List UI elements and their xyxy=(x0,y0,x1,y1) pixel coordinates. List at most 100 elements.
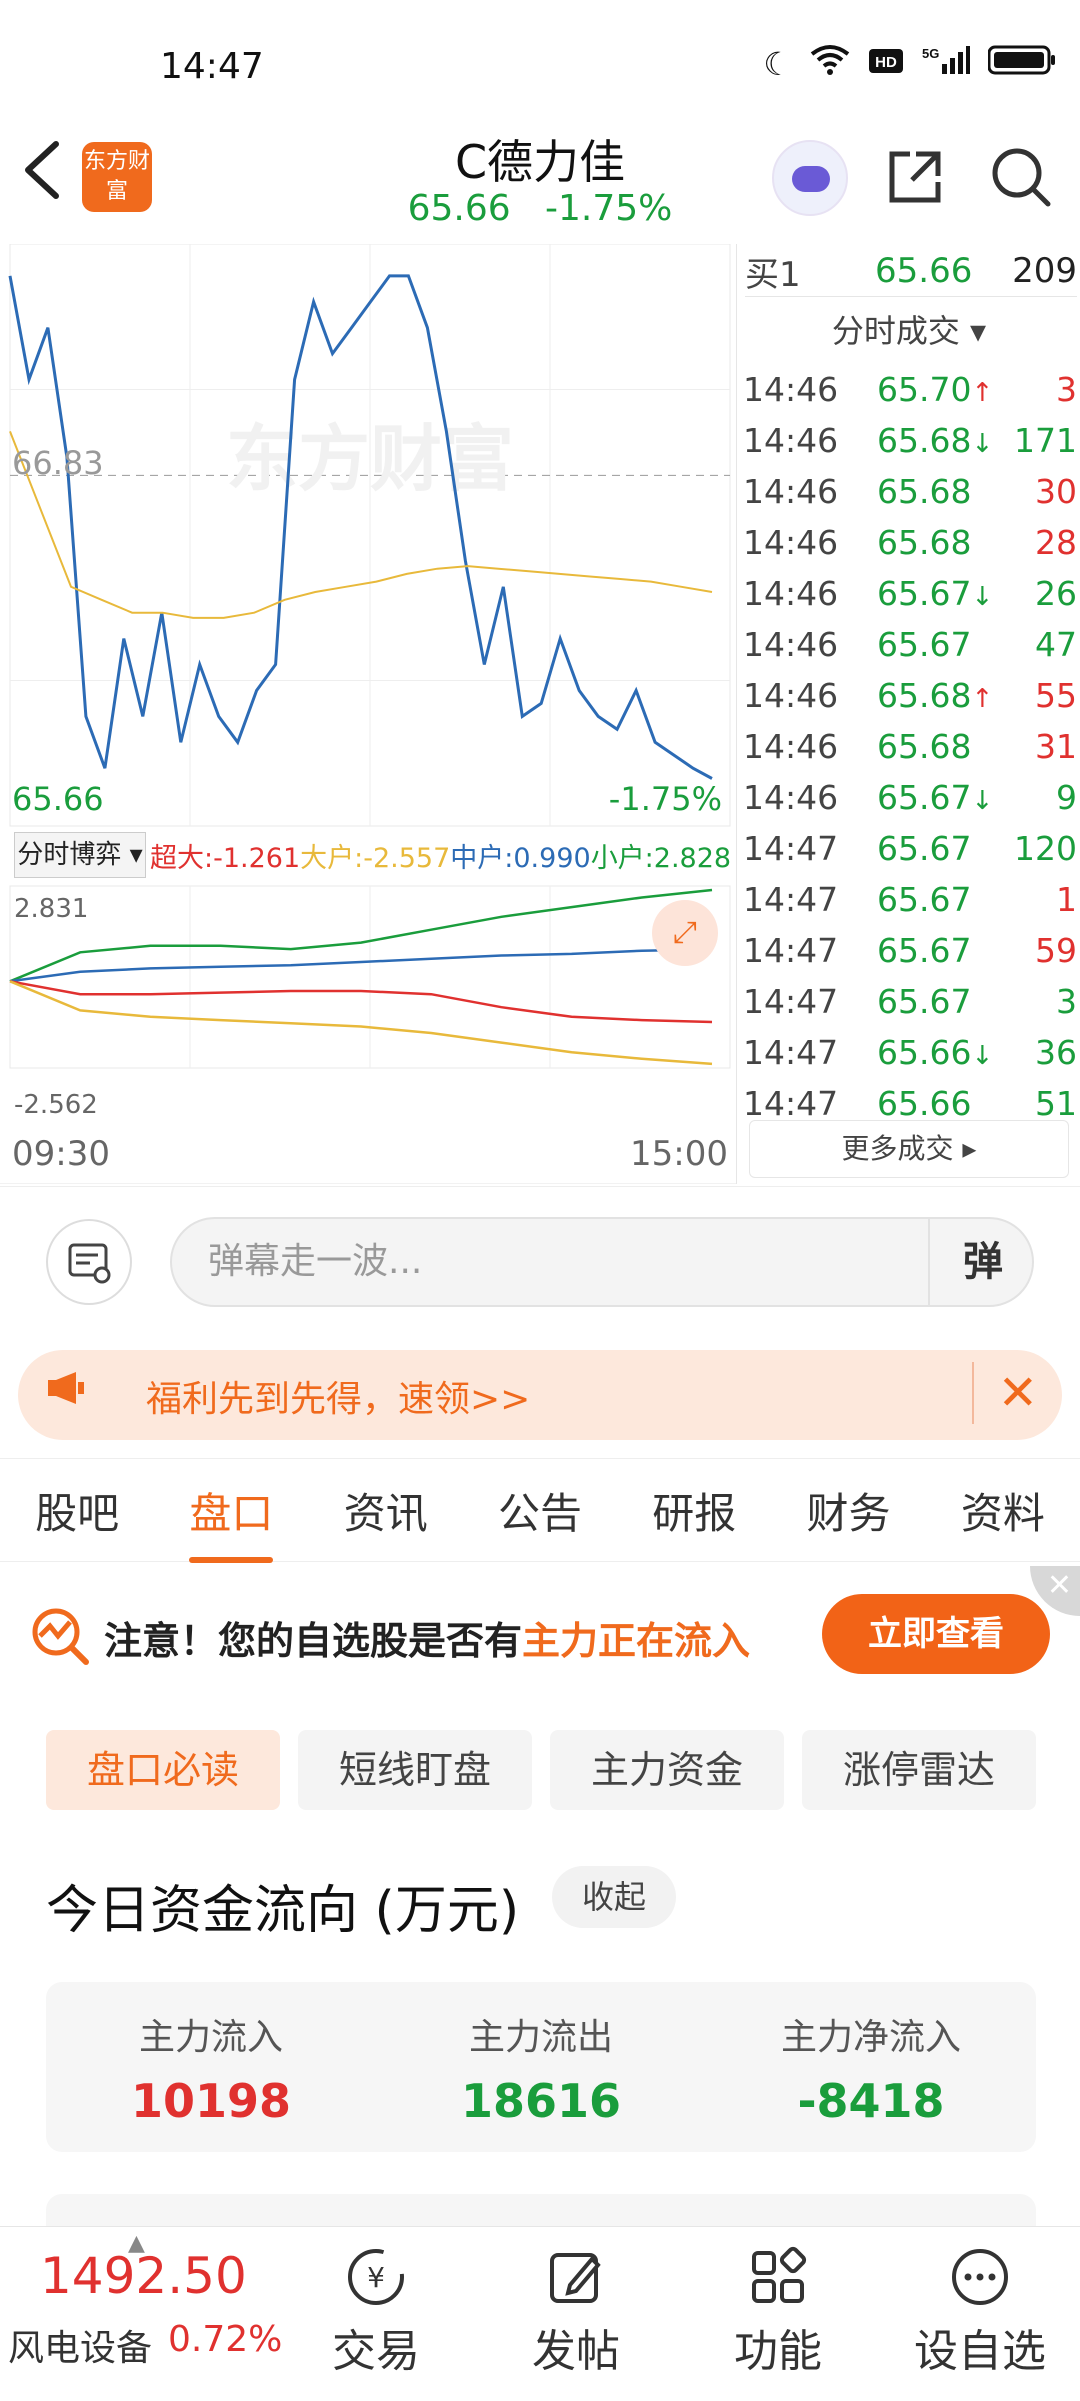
nav-post[interactable]: 发帖 xyxy=(496,2237,656,2379)
trade-time: 14:47 xyxy=(743,829,839,868)
trade-price-value: 65.67 xyxy=(877,829,972,868)
intraday-chart[interactable]: 东方财富 66.83 65.66 -1.75% 分时博弈 ▾ 超大:-1.261… xyxy=(0,244,736,1184)
svg-text:5G: 5G xyxy=(922,46,939,61)
trade-price-value: 65.68 xyxy=(877,727,972,766)
search-icon[interactable] xyxy=(990,146,1052,208)
close-icon[interactable]: ✕ xyxy=(971,1362,1038,1424)
trade-volume: 26 xyxy=(1035,574,1077,613)
net-value: -8418 xyxy=(797,2074,945,2128)
danmu-input[interactable]: 弹幕走一波... xyxy=(170,1217,1034,1307)
bottom-bar: ▲ 1492.50 风电设备 0.72% ¥ 交易 发帖 功能 设自选 xyxy=(0,2226,1080,2401)
trade-price-value: 65.67 xyxy=(877,574,972,613)
trade-price-value: 65.67 xyxy=(877,625,972,664)
danmu-send-button[interactable]: 弹 xyxy=(928,1217,1036,1307)
robot-assistant-icon[interactable] xyxy=(772,140,848,216)
stock-price-change: -1.75% xyxy=(545,188,673,229)
view-now-button[interactable]: 立即查看 xyxy=(822,1594,1050,1674)
share-icon[interactable] xyxy=(886,148,944,206)
trades-panel: 买1 65.66 209 分时成交 ▾ 14:46 65.70↑ 3 14:46 65.… xyxy=(736,244,1080,1184)
trade-row: 14:47 65.67 3 xyxy=(743,976,1077,1027)
intraday-chart-svg: 东方财富 xyxy=(0,244,736,1184)
inflow-label: 主力流入 xyxy=(138,2017,283,2058)
notice-prefix: 注意！您的自选股是否有 xyxy=(104,1619,523,1663)
svg-text:HD: HD xyxy=(875,54,897,71)
promo-banner[interactable]: 福利先到先得，速领>> ✕ xyxy=(18,1350,1062,1440)
trade-price: 65.70↑ xyxy=(877,370,1007,409)
expand-icon[interactable]: ⤢ xyxy=(652,900,718,966)
sector-index-value[interactable]: 1492.50 xyxy=(40,2247,247,2305)
flow-max-label: 2.831 xyxy=(14,894,89,924)
arrow-down-icon: ↓ xyxy=(971,429,994,459)
trade-row: 14:46 65.67 47 xyxy=(743,619,1077,670)
tab-news[interactable]: 资讯 xyxy=(344,1480,428,1541)
battery-icon xyxy=(987,45,1056,83)
subtab-limit-up-radar[interactable]: 涨停雷达 xyxy=(802,1730,1036,1810)
subtab-short-term[interactable]: 短线盯盘 xyxy=(298,1730,532,1810)
trade-price-value: 65.67 xyxy=(877,880,972,919)
trade-row: 14:46 65.68↓ 171 xyxy=(743,415,1077,466)
trade-volume: 3 xyxy=(1056,370,1077,409)
time-end-label: 15:00 xyxy=(630,1134,728,1174)
tab-guba[interactable]: 股吧 xyxy=(35,1480,119,1541)
trade-row: 14:46 65.67↓ 9 xyxy=(743,772,1077,823)
trade-row: 14:47 65.67 120 xyxy=(743,823,1077,874)
trade-time: 14:46 xyxy=(743,625,839,664)
trade-price: 65.67 xyxy=(877,829,1007,868)
trade-row: 14:46 65.68↑ 55 xyxy=(743,670,1077,721)
subtab-must-read[interactable]: 盘口必读 xyxy=(46,1730,280,1810)
trade-volume: 55 xyxy=(1035,676,1077,715)
flow-mode-dropdown[interactable]: 分时博弈 ▾ xyxy=(14,832,146,878)
stock-tabs: 股吧 盘口 资讯 公告 研报 财务 资料 xyxy=(0,1458,1080,1563)
legend-small: 小户:2.828 xyxy=(590,843,732,874)
status-time: 14:47 xyxy=(160,46,264,87)
tab-profile[interactable]: 资料 xyxy=(961,1480,1045,1541)
tab-announcements[interactable]: 公告 xyxy=(498,1480,582,1541)
net-label: 主力净流入 xyxy=(780,2017,961,2058)
tab-research[interactable]: 研报 xyxy=(652,1480,736,1541)
trade-time: 14:47 xyxy=(743,880,839,919)
trend-alert-icon xyxy=(30,1606,90,1666)
change-pct-label: -1.75% xyxy=(608,780,722,818)
super-flow-line xyxy=(9,980,713,1024)
more-icon xyxy=(900,2237,1060,2317)
trade-price: 65.68 xyxy=(877,472,1007,511)
trade-price: 65.66 xyxy=(877,1084,1007,1123)
more-trades-button[interactable]: 更多成交 ▸ xyxy=(749,1120,1069,1178)
trades-title-dropdown[interactable]: 分时成交 ▾ xyxy=(737,306,1080,352)
collapse-button[interactable]: 收起 xyxy=(552,1866,676,1928)
nav-functions[interactable]: 功能 xyxy=(698,2237,858,2379)
trade-price: 65.68 xyxy=(877,727,1007,766)
nav-trade[interactable]: ¥ 交易 xyxy=(296,2237,456,2379)
trade-row: 14:47 65.66↓ 36 xyxy=(743,1027,1077,1078)
trade-price-value: 65.68 xyxy=(877,676,972,715)
net-col: 主力净流入 -8418 xyxy=(706,2008,1036,2128)
danmu-settings-icon[interactable] xyxy=(46,1219,132,1305)
legend-super: 超大:-1.261 xyxy=(150,843,301,874)
current-price-label: 65.66 xyxy=(12,780,104,818)
inflow-value: 10198 xyxy=(130,2074,292,2128)
subtab-main-funds[interactable]: 主力资金 xyxy=(550,1730,784,1810)
trade-volume: 36 xyxy=(1035,1033,1077,1072)
trade-price-value: 65.67 xyxy=(877,778,972,817)
trade-price: 65.66↓ xyxy=(877,1033,1007,1072)
trade-row: 14:46 65.67↓ 26 xyxy=(743,568,1077,619)
tab-finance[interactable]: 财务 xyxy=(807,1480,891,1541)
trade-time: 14:46 xyxy=(743,523,839,562)
notice-banner: 注意！您的自选股是否有主力正在流入 立即查看 ✕ xyxy=(0,1566,1080,1706)
buy1-volume: 209 xyxy=(1012,251,1077,291)
trade-time: 14:46 xyxy=(743,421,839,460)
trade-volume: 28 xyxy=(1035,523,1077,562)
megaphone-icon xyxy=(46,1368,86,1418)
trade-time: 14:46 xyxy=(743,676,839,715)
trade-price: 65.68↑ xyxy=(877,676,1007,715)
moon-icon: ☾ xyxy=(763,45,792,83)
trade-time: 14:46 xyxy=(743,574,839,613)
tab-pankou[interactable]: 盘口 xyxy=(189,1480,274,1563)
trade-volume: 47 xyxy=(1035,625,1077,664)
sector-name[interactable]: 风电设备 xyxy=(8,2319,152,2371)
arrow-down-icon: ↓ xyxy=(971,1041,994,1071)
nav-add-watchlist[interactable]: 设自选 xyxy=(900,2237,1060,2379)
trade-volume: 30 xyxy=(1035,472,1077,511)
trade-price: 65.67 xyxy=(877,880,1007,919)
outflow-value: 18616 xyxy=(460,2074,622,2128)
